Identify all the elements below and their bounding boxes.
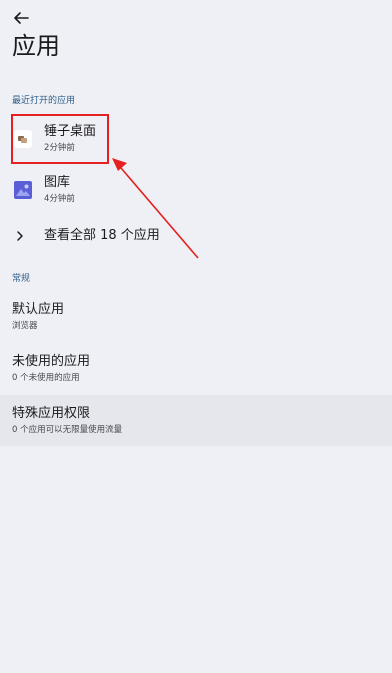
see-all-apps-button[interactable]: 查看全部 18 个应用 (0, 220, 392, 254)
item-subtitle: 0 个未使用的应用 (12, 373, 80, 383)
chevron-right-icon (17, 231, 23, 241)
special-app-access-item[interactable]: 特殊应用权限 0 个应用可以无限量使用流量 (0, 395, 392, 446)
section-label-general: 常规 (12, 274, 31, 284)
item-subtitle: 0 个应用可以无限量使用流量 (12, 425, 123, 435)
back-arrow-icon[interactable] (12, 10, 30, 26)
highlight-box (11, 114, 109, 164)
app-last-used: 4分钟前 (44, 194, 75, 204)
recent-app-gallery[interactable]: 图库 4分钟前 (0, 166, 392, 212)
item-title: 默认应用 (12, 302, 65, 317)
default-apps-item[interactable]: 默认应用 浏览器 (0, 292, 392, 342)
item-title: 未使用的应用 (12, 354, 91, 369)
item-title: 特殊应用权限 (12, 406, 91, 421)
app-name: 图库 (44, 175, 71, 190)
gallery-icon (14, 181, 32, 199)
item-subtitle: 浏览器 (12, 321, 38, 331)
see-all-apps-label: 查看全部 18 个应用 (44, 228, 160, 243)
unused-apps-item[interactable]: 未使用的应用 0 个未使用的应用 (0, 344, 392, 394)
section-label-recent: 最近打开的应用 (12, 96, 76, 106)
page-title: 应用 (12, 32, 60, 60)
